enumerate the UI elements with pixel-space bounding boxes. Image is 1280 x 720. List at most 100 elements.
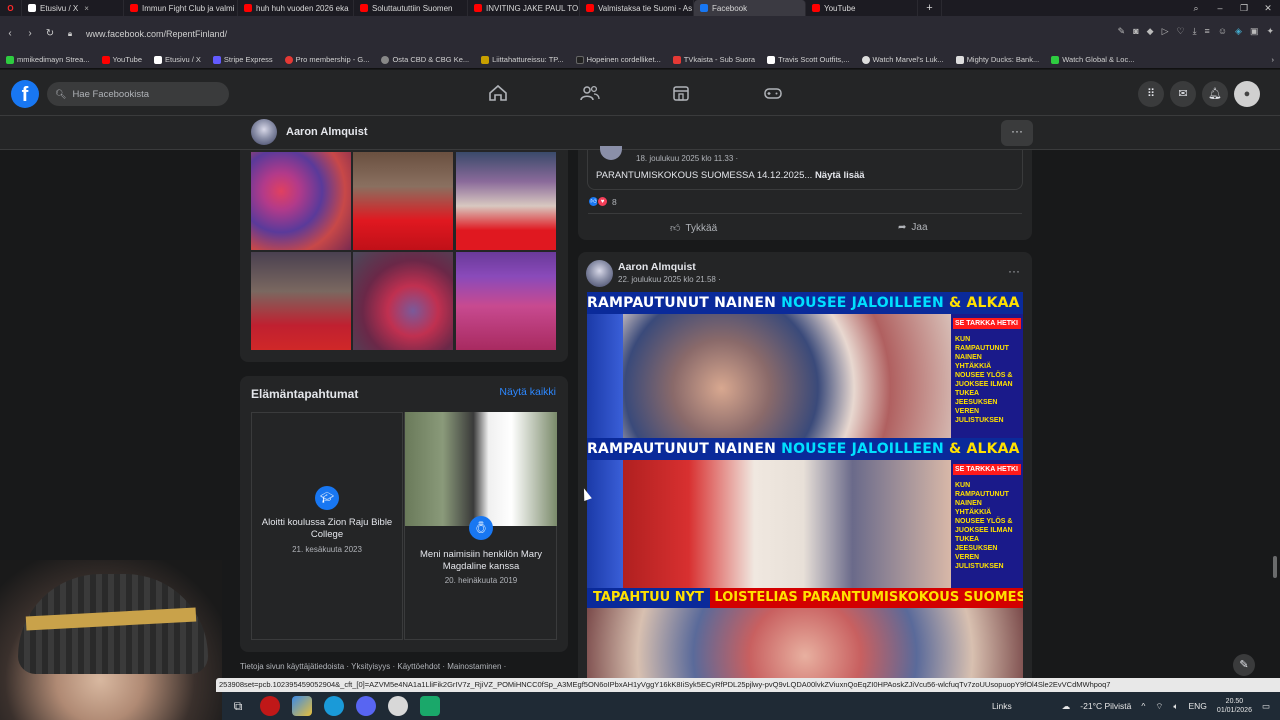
download-icon[interactable]: ⤓ bbox=[1193, 26, 1197, 37]
pin-icon bbox=[284, 55, 293, 64]
post-options-icon[interactable]: ··· bbox=[1008, 264, 1020, 278]
ai-chat-icon[interactable]: ✦ bbox=[1266, 26, 1274, 37]
see-all-link[interactable]: Näytä kaikki bbox=[499, 386, 556, 398]
profile-more-button[interactable]: ··· bbox=[1001, 120, 1033, 146]
app-icon[interactable] bbox=[420, 696, 440, 716]
tray-chevron-icon[interactable]: ^ bbox=[1141, 701, 1145, 711]
edit-icon[interactable]: ✎ bbox=[1118, 26, 1126, 37]
tab-youtube-3[interactable]: Soluttaututtiin Suomen bbox=[354, 0, 468, 16]
photo-thumbnail[interactable] bbox=[251, 252, 351, 350]
maximize-icon[interactable]: ❐ bbox=[1232, 0, 1256, 16]
heart-icon[interactable]: ♡ bbox=[1176, 26, 1184, 37]
notifications-icon[interactable]: 🔔︎ bbox=[1202, 81, 1228, 107]
tab-youtube-4[interactable]: INVITING JAKE PAUL TO TI bbox=[468, 0, 580, 16]
profile-name[interactable]: Aaron Almquist bbox=[286, 126, 368, 138]
address-bar[interactable]: www.facebook.com/RepentFinland/ bbox=[86, 29, 227, 39]
discord-icon[interactable] bbox=[356, 696, 376, 716]
post-author-name[interactable]: Aaron Almquist bbox=[618, 261, 696, 273]
volume-icon[interactable]: 🔈︎ bbox=[1173, 701, 1178, 712]
bookmark-icon bbox=[6, 55, 14, 64]
search-tabs-icon[interactable]: ⌕ bbox=[1184, 0, 1208, 16]
photos-card bbox=[240, 150, 568, 362]
menu-icon[interactable]: ≡ bbox=[1205, 26, 1210, 37]
photo-thumbnail[interactable] bbox=[251, 152, 351, 250]
bookmark-item[interactable]: Liittahattureissu: TP... bbox=[481, 55, 564, 64]
reactions-summary[interactable]: 👍︎ ♥ 8 bbox=[588, 196, 617, 207]
bookmark-item[interactable]: Stripe Express bbox=[212, 55, 273, 64]
post-timestamp[interactable]: 18. joulukuu 2025 klo 11.33 · bbox=[636, 154, 738, 163]
messenger-icon[interactable]: ✉ bbox=[1170, 81, 1196, 107]
wedding-photo[interactable] bbox=[405, 412, 557, 526]
minimize-icon[interactable]: – bbox=[1208, 0, 1232, 16]
app-icon[interactable] bbox=[292, 696, 312, 716]
ai-icon[interactable]: ◈ bbox=[1235, 26, 1242, 37]
bookmark-item[interactable]: Watch Global & Loc... bbox=[1051, 55, 1134, 64]
image-side-stripe bbox=[587, 314, 623, 438]
bookmark-item[interactable]: Etusivu / X bbox=[154, 55, 201, 64]
account-icon[interactable]: ☺ bbox=[1218, 26, 1227, 37]
shared-post-box[interactable]: 18. joulukuu 2025 klo 11.33 · PARANTUMIS… bbox=[587, 146, 1023, 190]
edge-icon[interactable] bbox=[324, 696, 344, 716]
life-event-date: 21. kesäkuuta 2023 bbox=[292, 545, 362, 554]
new-tab-button[interactable]: + bbox=[918, 0, 942, 16]
tab-facebook[interactable]: Facebook bbox=[694, 0, 806, 16]
gaming-icon[interactable] bbox=[762, 84, 784, 102]
forward-icon[interactable]: › bbox=[20, 28, 40, 39]
camera-icon[interactable]: ◙ bbox=[1133, 26, 1138, 37]
tab-x-home[interactable]: Etusivu / X × bbox=[22, 0, 124, 16]
clock[interactable]: 20.50 01/01/2026 bbox=[1217, 697, 1252, 715]
search-input[interactable]: 🔍︎ Hae Facebookista bbox=[47, 82, 229, 106]
tab-youtube-5[interactable]: Valmistaksa tie Suomi - As bbox=[580, 0, 694, 16]
back-icon[interactable]: ‹ bbox=[0, 28, 20, 39]
box-icon[interactable]: ▣ bbox=[1250, 26, 1259, 37]
network-icon[interactable]: ⌔ bbox=[1155, 701, 1163, 712]
home-icon[interactable] bbox=[487, 84, 509, 102]
post-author-avatar[interactable] bbox=[586, 260, 613, 287]
post-timestamp[interactable]: 22. joulukuu 2025 klo 21.58 · bbox=[618, 275, 721, 284]
tab-youtube-6[interactable]: YouTube bbox=[806, 0, 918, 16]
opera-icon[interactable] bbox=[260, 696, 280, 716]
bookmark-item[interactable]: Mighty Ducks: Bank... bbox=[955, 55, 1039, 64]
profile-avatar[interactable] bbox=[251, 119, 277, 145]
reload-icon[interactable]: ↻ bbox=[40, 28, 60, 39]
close-window-icon[interactable]: ✕ bbox=[1256, 0, 1280, 16]
account-avatar[interactable]: ● bbox=[1234, 81, 1260, 107]
share-button[interactable]: ➦ Jaa bbox=[898, 222, 928, 233]
photo-thumbnail[interactable] bbox=[353, 152, 453, 250]
bookmark-item[interactable]: Pro membership - G... bbox=[284, 55, 369, 64]
photo-thumbnail[interactable] bbox=[353, 252, 453, 350]
crowd-photo bbox=[587, 608, 1023, 682]
extension-icon[interactable]: ◆ bbox=[1147, 26, 1154, 37]
task-view-icon[interactable]: ⧉ bbox=[228, 699, 248, 714]
menu-grid-icon[interactable]: ⠿ bbox=[1138, 81, 1164, 107]
language-indicator[interactable]: ENG bbox=[1189, 701, 1207, 711]
like-button[interactable]: 👍︎ Tykkää bbox=[670, 222, 717, 235]
bookmark-item[interactable]: Osta CBD & CBG Ke... bbox=[381, 55, 469, 64]
bookmark-item[interactable]: Travis Scott Outfits,... bbox=[767, 55, 850, 64]
new-message-icon[interactable]: ✎ bbox=[1233, 654, 1255, 676]
bookmarks-overflow-icon[interactable]: › bbox=[1272, 55, 1275, 64]
footer-links[interactable]: Tietoja sivun käyttäjätiedoista · Yksity… bbox=[240, 662, 506, 671]
app-icon[interactable] bbox=[388, 696, 408, 716]
marketplace-icon[interactable] bbox=[670, 84, 692, 102]
links-toolbar[interactable]: Links bbox=[992, 701, 1012, 711]
close-tab-icon[interactable]: × bbox=[84, 4, 89, 13]
see-more-link[interactable]: Näytä lisää bbox=[815, 170, 865, 181]
bookmark-item[interactable]: TVkaista - Sub Suora bbox=[672, 55, 755, 64]
notifications-center-icon[interactable]: ▭ bbox=[1262, 701, 1270, 712]
bookmark-item[interactable]: YouTube bbox=[101, 55, 142, 64]
post-image[interactable]: RAMPAUTUNUT NAINEN NOUSEE JALOILLEEN & A… bbox=[587, 292, 1023, 682]
browser-menu-icon[interactable]: O bbox=[0, 0, 22, 16]
facebook-logo-icon[interactable]: f bbox=[11, 80, 39, 108]
bookmark-item[interactable]: Hopeinen cordelliket... bbox=[575, 55, 661, 64]
friends-icon[interactable] bbox=[579, 84, 601, 102]
weather-text[interactable]: -21°C Pilvistä bbox=[1080, 701, 1131, 711]
tab-youtube-1[interactable]: Immun Fight Club ja valmi bbox=[124, 0, 238, 16]
bookmark-item[interactable]: mmikedimayn Strea... bbox=[6, 55, 90, 64]
photo-thumbnail[interactable] bbox=[456, 152, 556, 250]
tab-youtube-2[interactable]: huh huh vuoden 2026 eka bbox=[238, 0, 354, 16]
bookmark-item[interactable]: Watch Marvel's Luk... bbox=[861, 55, 944, 64]
scrollbar-thumb[interactable] bbox=[1273, 556, 1277, 578]
photo-thumbnail[interactable] bbox=[456, 252, 556, 350]
play-icon[interactable]: ▷ bbox=[1162, 26, 1169, 37]
